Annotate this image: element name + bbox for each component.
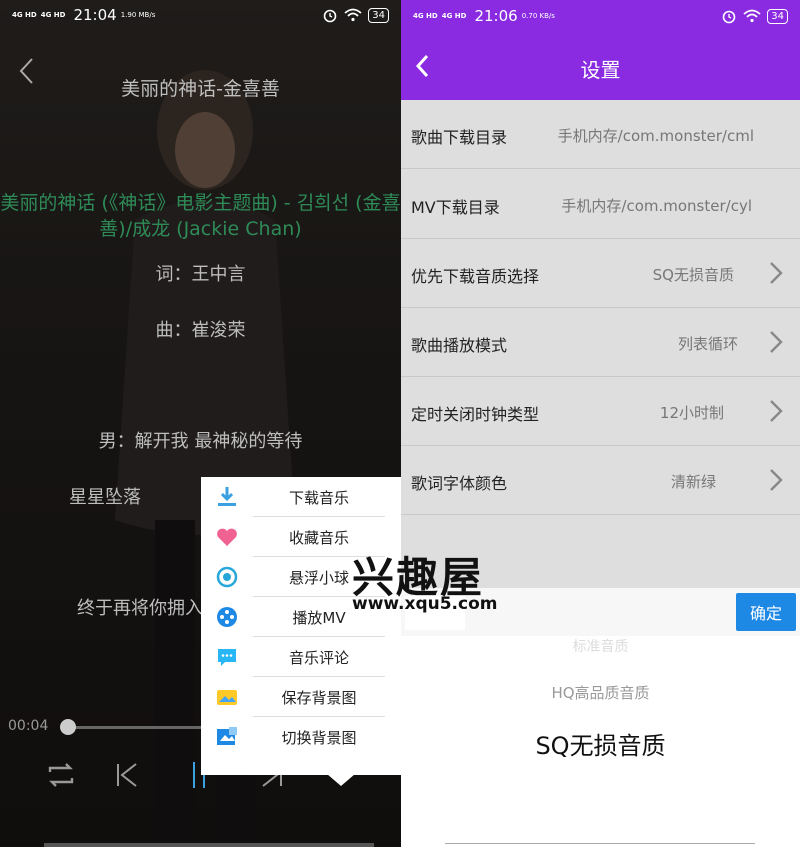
menu-item-switch-background[interactable]: 切换背景图	[201, 717, 401, 757]
signal-indicator: 4G HD	[40, 11, 66, 19]
setting-label: 定时关闭时钟类型	[411, 405, 540, 424]
network-rate: 1.90 MB/s	[120, 11, 156, 19]
picker-option[interactable]: HQ高品质音质	[401, 682, 800, 703]
battery-indicator: 34	[368, 7, 389, 23]
lyric-line: 词：王中言	[155, 264, 246, 285]
picker-option-selected[interactable]: SQ无损音质	[401, 726, 800, 761]
current-lyric-line: 美丽的神话 (《神话》电影主题曲) - 김희선 (金喜善)/成龙 (Jackie…	[0, 192, 401, 240]
menu-item-label: 保存背景图	[281, 688, 357, 707]
signal-indicator: 4G HD	[12, 11, 37, 19]
menu-item-label: 音乐评论	[288, 648, 349, 667]
nav-strip	[44, 843, 374, 847]
menu-item-comments[interactable]: 音乐评论	[201, 637, 401, 677]
setting-label: 歌曲下载目录	[411, 128, 508, 147]
status-bar: 4G HD 4G HD 21:06 0.70 KB/s 34	[401, 0, 800, 32]
status-time: 21:06	[474, 7, 518, 25]
nav-strip	[445, 843, 755, 847]
battery-indicator: 34	[767, 8, 788, 24]
wifi-icon	[344, 8, 362, 22]
setting-download-quality[interactable]: 优先下载音质选择 SQ无损音质	[401, 239, 800, 308]
setting-label: MV下载目录	[411, 198, 500, 217]
lyric-line: 曲：崔浚荣	[155, 320, 246, 341]
setting-value: 手机内存/com.monster/cyl	[561, 197, 752, 215]
setting-play-mode[interactable]: 歌曲播放模式 列表循环	[401, 308, 800, 377]
more-options-menu: 下载音乐 收藏音乐 悬浮小球 播放MV 音乐评论 保存背景图 切换背景图	[201, 477, 401, 775]
lyric-line: 星星坠落	[69, 487, 141, 508]
save-image-icon	[217, 690, 237, 705]
setting-value: 手机内存/com.monster/cml	[557, 127, 754, 145]
menu-item-download[interactable]: 下载音乐	[201, 477, 401, 517]
previous-icon[interactable]	[110, 758, 144, 792]
alarm-icon	[323, 9, 337, 23]
film-reel-icon	[217, 607, 237, 627]
alarm-icon	[722, 10, 736, 24]
setting-label: 优先下载音质选择	[411, 267, 540, 286]
menu-item-label: 下载音乐	[288, 488, 349, 507]
progress-knob[interactable]	[60, 719, 76, 735]
menu-pointer	[327, 774, 355, 786]
status-time: 21:04	[73, 6, 117, 24]
elapsed-time: 00:04	[8, 718, 49, 734]
setting-value: 清新绿	[670, 473, 716, 491]
chevron-right-icon	[770, 400, 783, 422]
setting-value: 列表循环	[677, 335, 738, 353]
song-title: 美丽的神话-金喜善	[121, 78, 280, 100]
setting-lyric-color[interactable]: 歌词字体颜色 清新绿	[401, 446, 800, 515]
setting-mv-dir[interactable]: MV下载目录 手机内存/com.monster/cyl	[401, 170, 800, 239]
picker-option[interactable]: 标准音质	[401, 636, 800, 656]
wifi-icon	[743, 9, 761, 23]
switch-image-icon	[217, 727, 237, 745]
app-bar: 4G HD 4G HD 21:06 0.70 KB/s 34 设置	[401, 0, 800, 100]
menu-item-save-background[interactable]: 保存背景图	[201, 677, 401, 717]
watermark-url: www.xqu5.com	[352, 594, 498, 614]
setting-download-dir[interactable]: 歌曲下载目录 手机内存/com.monster/cml	[401, 100, 800, 169]
comment-icon	[218, 649, 236, 666]
menu-item-label: 切换背景图	[281, 728, 357, 747]
settings-screen: 4G HD 4G HD 21:06 0.70 KB/s 34 设置 歌曲下载目录…	[401, 0, 800, 847]
lyric-line: 男：解开我 最神秘的等待	[98, 431, 303, 452]
progress-track[interactable]	[68, 726, 208, 729]
status-bar: 4G HD 4G HD 21:04 1.90 MB/s 34	[0, 0, 401, 30]
heart-icon	[217, 528, 237, 546]
setting-value: SQ无损音质	[652, 266, 734, 284]
confirm-button[interactable]: 确定	[736, 593, 796, 631]
setting-value: 12小时制	[659, 404, 724, 422]
setting-label: 歌曲播放模式	[411, 336, 508, 355]
setting-label: 歌词字体颜色	[411, 474, 508, 493]
setting-timer-clock-type[interactable]: 定时关闭时钟类型 12小时制	[401, 377, 800, 446]
page-title: 设置	[580, 58, 621, 82]
network-rate: 0.70 KB/s	[521, 12, 555, 20]
repeat-icon[interactable]	[44, 758, 78, 792]
player-screen: 4G HD 4G HD 21:04 1.90 MB/s 34 美丽的神话-金喜善…	[0, 0, 401, 847]
download-icon	[218, 487, 236, 506]
quality-picker[interactable]: 标准音质 HQ高品质音质 SQ无损音质	[401, 636, 800, 847]
signal-indicator: 4G HD	[441, 12, 467, 20]
chevron-right-icon	[770, 469, 783, 491]
chevron-right-icon	[770, 262, 783, 284]
signal-indicator: 4G HD	[413, 12, 438, 20]
chevron-right-icon	[770, 331, 783, 353]
floating-ball-icon	[216, 566, 238, 588]
